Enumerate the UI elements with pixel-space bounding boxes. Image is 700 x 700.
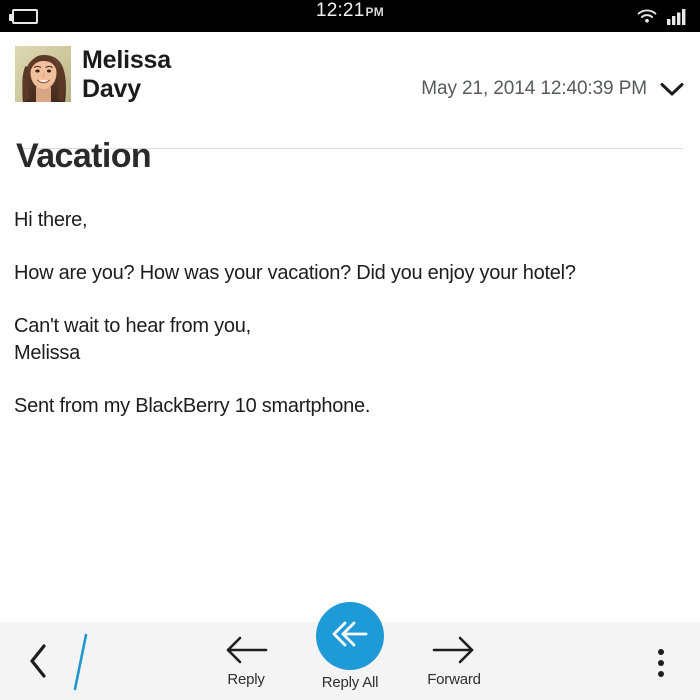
wifi-icon <box>636 8 658 25</box>
email-message-screen: 12:21 PM Melissa Davy May 21, 2014 12:40… <box>0 0 700 700</box>
status-bar: 12:21 PM <box>0 0 700 32</box>
status-time: 12:21 <box>315 0 365 21</box>
chevron-down-icon[interactable] <box>660 82 684 97</box>
status-bar-right <box>636 8 688 25</box>
signal-bars-icon <box>667 8 688 25</box>
reply-actions-group: Reply Reply All Forward <box>196 602 518 700</box>
body-signature: Sent from my BlackBerry 10 smartphone. <box>14 395 371 417</box>
sender-first-name: Melissa <box>82 46 171 74</box>
double-chevron-left-icon <box>330 619 370 654</box>
sender-name[interactable]: Melissa Davy <box>82 46 382 104</box>
arrow-right-icon <box>432 630 476 670</box>
overflow-dot <box>658 671 664 677</box>
reply-all-button[interactable]: Reply All <box>300 602 400 691</box>
avatar[interactable] <box>15 46 71 102</box>
reply-all-button-label: Reply All <box>321 674 379 691</box>
sender-last-name: Davy <box>82 75 141 103</box>
forward-button[interactable]: Forward <box>404 630 504 688</box>
diagonal-slash-divider <box>70 633 92 691</box>
reply-all-circle[interactable] <box>316 602 384 670</box>
body-paragraph: Hi there, <box>14 209 88 231</box>
reply-button[interactable]: Reply <box>196 630 296 688</box>
message-header: Melissa Davy May 21, 2014 12:40:39 PM <box>0 32 700 149</box>
body-paragraph: Can't wait to hear from you, Melissa <box>14 315 251 364</box>
chevron-left-icon <box>29 643 49 683</box>
message-date: May 21, 2014 12:40:39 PM <box>421 78 647 99</box>
status-bar-left <box>9 8 38 24</box>
battery-icon <box>9 8 38 24</box>
action-bar: Reply Reply All Forward <box>0 602 700 700</box>
overflow-menu-icon[interactable] <box>646 642 676 684</box>
forward-button-label: Forward <box>427 671 481 688</box>
message-date-row[interactable]: May 21, 2014 12:40:39 PM <box>421 78 684 100</box>
status-bar-clock: 12:21 PM <box>0 0 700 32</box>
overflow-dot <box>658 660 664 666</box>
page-title: Vacation <box>16 137 152 175</box>
body-paragraph: How are you? How was your vacation? Did … <box>14 262 576 284</box>
overflow-dot <box>658 649 664 655</box>
status-time-meridiem: PM <box>365 5 385 19</box>
contact-avatar-photo <box>15 46 71 102</box>
back-button[interactable] <box>22 643 56 683</box>
arrow-left-icon <box>224 630 268 670</box>
reply-button-label: Reply <box>227 671 265 688</box>
message-body: Hi there, How are you? How was your vaca… <box>14 207 674 420</box>
